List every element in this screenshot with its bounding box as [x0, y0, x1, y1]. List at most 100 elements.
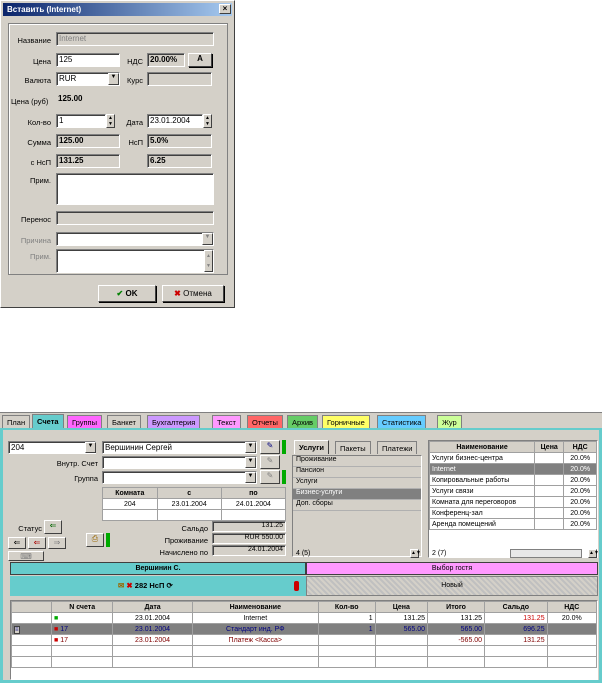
tab-3[interactable]: Банкет	[107, 415, 141, 428]
table-cell: 131.25	[484, 612, 548, 624]
room-select[interactable]: 204	[8, 441, 96, 454]
services-list: Проживание Пансион Услуги Бизнес-услуги Доп.…	[292, 455, 422, 557]
price-cell: 20.0%	[563, 496, 597, 508]
column-header[interactable]: N счета	[50, 601, 114, 613]
note2-field[interactable]	[56, 249, 214, 273]
table-row[interactable]: ≡ ■ 17 23.01.2004 Стандарт инд. РФ 1 565.00 56…	[11, 623, 598, 635]
new-account-tab[interactable]: Новый	[306, 576, 598, 596]
inner-account-select[interactable]	[102, 456, 257, 469]
column-header[interactable]: Сальдо	[484, 601, 548, 613]
date-field[interactable]: 23.01.2004	[147, 114, 203, 128]
price-table: Наименование Цена НДС Услуги бизнес-центра 2…	[428, 441, 597, 530]
tab-7[interactable]: Архив	[287, 415, 319, 428]
cell-text: Internet	[243, 614, 268, 622]
price-row[interactable]: Конференц-зал 20.0%	[428, 507, 597, 519]
column-header[interactable]: НДС	[546, 601, 598, 613]
edit-account-button[interactable]: ✎	[260, 455, 280, 469]
tab-9[interactable]: Статистика	[377, 415, 427, 428]
services-spinner[interactable]: ▲▼	[410, 549, 421, 558]
column-header[interactable]: Кол-во	[317, 601, 376, 613]
price-header[interactable]: Наименование	[428, 441, 536, 453]
price-spinner[interactable]: ▲▼	[588, 549, 599, 558]
keys-button[interactable]: ⌨	[8, 551, 44, 561]
service-item[interactable]: Бизнес-услуги	[293, 489, 421, 500]
chevron-down-icon[interactable]: ▼	[202, 233, 213, 245]
edit-guest-button[interactable]: ✎	[260, 440, 280, 454]
qty-field[interactable]: 1	[56, 114, 106, 128]
tab-10[interactable]: Жур	[437, 415, 462, 428]
reason-select[interactable]	[56, 232, 214, 246]
status-button[interactable]: ⇐	[44, 520, 62, 534]
guest-select[interactable]: Вершинин Сергей	[102, 441, 257, 454]
chevron-down-icon[interactable]: ▼	[245, 457, 256, 468]
date-spinner[interactable]: ▲ ▼	[203, 114, 212, 128]
close-button[interactable]: ×	[219, 4, 231, 14]
status-indicator	[282, 440, 286, 454]
edit-group-button[interactable]: ✎	[260, 470, 280, 484]
move-button[interactable]: ⇒	[48, 537, 66, 549]
tab-2[interactable]: Группы	[67, 415, 102, 428]
price-row[interactable]: Услуги связи 20.0%	[428, 485, 597, 497]
price-header[interactable]: Цена	[534, 441, 565, 453]
price-row[interactable]: Копировальные работы 20.0%	[428, 474, 597, 486]
cancel-button[interactable]: ✖ Отмена	[162, 285, 224, 302]
cell-text: 131.25	[403, 614, 426, 622]
nsp-label: НсП	[128, 138, 143, 147]
insert-dialog: Вставить (Internet) × Название Internet …	[0, 0, 235, 308]
chevron-down-icon[interactable]: ▼	[85, 442, 96, 453]
note2-scrollbar[interactable]: ▲ ▼	[204, 250, 213, 272]
living-label: Проживание	[164, 536, 208, 545]
currency-label: Валюта	[24, 76, 51, 85]
column-header[interactable]: Итого	[427, 601, 486, 613]
note-field[interactable]	[56, 173, 214, 205]
tab-payments[interactable]: Платежи	[377, 441, 418, 454]
tab-choose-guest[interactable]: Выбор гостя	[306, 562, 598, 575]
group-label: Группа	[74, 474, 98, 483]
tab-1[interactable]: Счета	[32, 414, 64, 429]
price-field[interactable]: 125	[56, 53, 120, 67]
tab-8[interactable]: Горничные	[322, 415, 370, 428]
table-cell	[546, 623, 598, 635]
price-cell: 20.0%	[563, 474, 597, 486]
checkin-button[interactable]: ⇐	[8, 537, 26, 549]
service-item[interactable]: Проживание	[293, 456, 421, 467]
tab-4[interactable]: Бухгалтерия	[147, 415, 201, 428]
price-row[interactable]: Аренда помещений 20.0%	[428, 518, 597, 530]
table-row[interactable]: ■ 23.01.2004 Internet 1 131.25 131.25 131.25 2…	[11, 612, 598, 624]
chevron-down-icon[interactable]: ▼	[245, 442, 256, 453]
vat-auto-button[interactable]: A	[188, 53, 212, 67]
account-header: ✉ ✖ 282 НсП ⟳	[118, 581, 173, 590]
print-button[interactable]: ⎙	[86, 533, 104, 547]
checkout-button[interactable]: ⇐	[28, 537, 46, 549]
column-header[interactable]: Дата	[112, 601, 193, 613]
tab-5[interactable]: Текст	[212, 415, 241, 428]
arrow-in-icon: ⇐	[13, 538, 21, 547]
tab-guest[interactable]: Вершинин С.	[10, 562, 306, 575]
price-cell	[534, 474, 565, 486]
qty-spinner[interactable]: ▲ ▼	[106, 114, 115, 128]
account-cross-icon: ✖	[126, 581, 133, 590]
chevron-down-icon[interactable]: ▼	[108, 73, 119, 85]
tab-packages[interactable]: Пакеты	[335, 441, 371, 454]
chevron-down-icon[interactable]: ▼	[245, 472, 256, 483]
tab-0[interactable]: План	[2, 415, 31, 428]
service-item[interactable]: Услуги	[293, 478, 421, 489]
price-row[interactable]: Комната для переговоров 20.0%	[428, 496, 597, 508]
column-header[interactable]: Цена	[374, 601, 429, 613]
price-header[interactable]: НДС	[563, 441, 597, 453]
accounts-table: N счета Дата Наименование Кол-во Цена Итого Са…	[11, 601, 598, 668]
tab-6[interactable]: Отчеты	[247, 415, 283, 428]
name-field[interactable]: Internet	[56, 32, 214, 46]
service-item[interactable]: Пансион	[293, 467, 421, 478]
tab-services[interactable]: Услуги	[294, 440, 329, 454]
column-header[interactable]: Наименование	[191, 601, 319, 613]
price-row[interactable]: Internet 20.0%	[428, 463, 597, 475]
price-scrollbar[interactable]	[510, 549, 582, 558]
price-cell: 20.0%	[563, 518, 597, 530]
cell-text: 17	[60, 636, 68, 644]
group-select[interactable]	[102, 471, 257, 484]
service-item[interactable]: Доп. сборы	[293, 500, 421, 511]
ok-button[interactable]: ✔ OK	[98, 285, 156, 302]
table-row[interactable]: ■ 17 23.01.2004 Платеж <Касса> -565.00 131.2…	[11, 634, 598, 646]
price-row[interactable]: Услуги бизнес-центра 20.0%	[428, 452, 597, 464]
